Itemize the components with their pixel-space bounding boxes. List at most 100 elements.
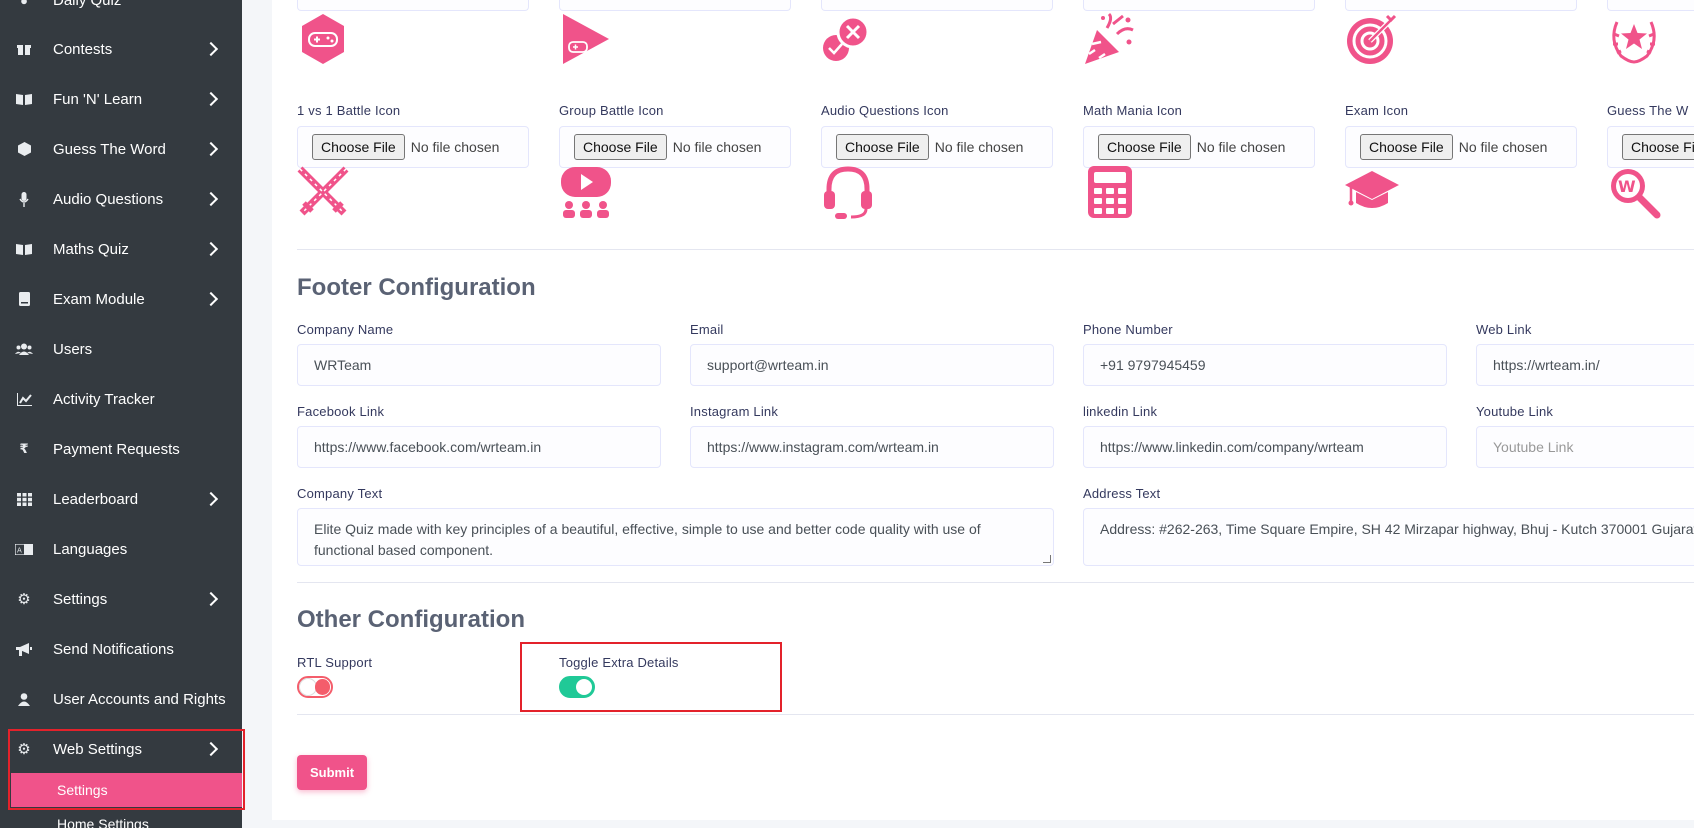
choose-file-button[interactable]: Choose File [1098,134,1191,160]
company-text-value: Elite Quiz made with key principles of a… [314,521,981,558]
company-name-input[interactable]: WRTeam [297,344,661,386]
book-icon [14,291,34,307]
submit-button[interactable]: Submit [297,755,367,790]
crossed-swords-icon [297,166,349,216]
divider [297,582,1694,583]
sidebar-item-audio-questions[interactable]: Audio Questions [0,174,242,224]
address-text-label: Address Text [1083,486,1161,501]
gift-icon [14,41,34,57]
file-upload-cropped[interactable] [821,0,1053,11]
audio-questions-icon-file-input[interactable]: Choose File No file chosen [821,126,1053,168]
company-text-textarea[interactable]: Elite Quiz made with key principles of a… [297,508,1054,566]
math-mania-icon-label: Math Mania Icon [1083,103,1183,118]
math-mania-icon-file-input[interactable]: Choose File No file chosen [1083,126,1315,168]
chevron-right-icon [203,141,219,157]
address-text-value: Address: #262-263, Time Square Empire, S… [1100,521,1694,537]
choose-file-button[interactable]: Choose Fi [1622,134,1694,160]
sidebar-item-contests[interactable]: Contests [0,24,242,74]
youtube-link-label: Youtube Link [1476,404,1554,419]
bulb-icon: ● [20,0,28,8]
rtl-support-label: RTL Support [297,655,373,670]
sidebar-item-maths-quiz[interactable]: Maths Quiz [0,224,242,274]
sidebar-item-users[interactable]: Users [0,324,242,374]
audio-questions-icon-label: Audio Questions Icon [821,103,949,118]
email-input[interactable]: support@wrteam.in [690,344,1054,386]
choose-file-button[interactable]: Choose File [1360,134,1453,160]
email-label: Email [690,322,724,337]
user-icon [14,691,34,707]
cube-icon [14,141,34,157]
phone-number-input[interactable]: +91 9797945459 [1083,344,1447,386]
highlight-box-extra-details [520,642,782,712]
divider [297,714,1694,715]
chevron-right-icon [203,91,219,107]
choose-file-button[interactable]: Choose File [312,134,405,160]
chevron-right-icon [203,41,219,57]
group-battle-icon-file-input[interactable]: Choose File No file chosen [559,126,791,168]
gamepad-icon [302,14,344,64]
web-link-input[interactable]: https://wrteam.in/ [1476,344,1694,386]
file-upload-cropped[interactable] [297,0,529,11]
chevron-right-icon [203,491,219,507]
submenu-item-home-settings[interactable]: Home Settings [11,807,242,828]
sidebar-item-exam-module[interactable]: Exam Module [0,274,242,324]
linkedin-link-input[interactable]: https://www.linkedin.com/company/wrteam [1083,426,1447,468]
choose-file-button[interactable]: Choose File [836,134,929,160]
language-icon: A [14,541,34,557]
file-status: No file chosen [410,139,500,155]
sidebar-item-daily-quiz[interactable]: ● Daily Quiz [0,0,242,25]
divider [297,249,1694,250]
guess-the-word-icon-label: Guess The W [1607,103,1689,118]
battle-icon-label: 1 vs 1 Battle Icon [297,103,401,118]
wrong-answer-icon [823,15,870,61]
resize-handle-icon[interactable] [1043,555,1051,563]
instagram-link-input[interactable]: https://www.instagram.com/wrteam.in [690,426,1054,468]
web-link-label: Web Link [1476,322,1532,337]
footer-config-title: Footer Configuration [297,274,536,301]
sidebar-item-user-accounts[interactable]: User Accounts and Rights [0,674,242,724]
facebook-link-label: Facebook Link [297,404,385,419]
address-text-textarea[interactable]: Address: #262-263, Time Square Empire, S… [1083,508,1694,566]
sidebar-item-send-notifications[interactable]: Send Notifications [0,624,242,674]
exam-icon-label: Exam Icon [1345,103,1409,118]
sidebar-item-settings[interactable]: ⚙ Settings [0,574,242,624]
svg-text:A: A [17,546,22,554]
sidebar-item-guess-the-word[interactable]: Guess The Word [0,124,242,174]
other-config-title: Other Configuration [297,606,525,633]
sidebar-item-payment-requests[interactable]: ₹ Payment Requests [0,424,242,474]
sidebar-item-activity-tracker[interactable]: Activity Tracker [0,374,242,424]
file-upload-cropped[interactable] [559,0,791,11]
chart-icon [14,391,34,407]
phone-number-label: Phone Number [1083,322,1173,337]
youtube-link-input[interactable]: Youtube Link [1476,426,1694,468]
calculator-icon [1088,166,1132,218]
rtl-support-toggle[interactable] [297,676,333,698]
book-icon [14,241,34,257]
exam-icon-file-input[interactable]: Choose File No file chosen [1345,126,1577,168]
rupee-icon: ₹ [19,441,29,456]
target-icon [1347,14,1397,64]
microphone-icon [14,191,34,207]
play-triangle-icon [563,14,609,64]
file-upload-cropped[interactable] [1083,0,1315,11]
choose-file-button[interactable]: Choose File [574,134,667,160]
facebook-link-input[interactable]: https://www.facebook.com/wrteam.in [297,426,661,468]
grid-icon [14,491,34,507]
file-status: No file chosen [934,139,1024,155]
company-name-label: Company Name [297,322,394,337]
linkedin-link-label: linkedin Link [1083,404,1158,419]
group-battle-icon-label: Group Battle Icon [559,103,664,118]
guess-the-word-icon-file-input[interactable]: Choose Fi [1607,126,1694,168]
sidebar-item-fun-n-learn[interactable]: Fun 'N' Learn [0,74,242,124]
chevron-right-icon [203,591,219,607]
file-upload-cropped[interactable] [1345,0,1577,11]
file-status: No file chosen [1458,139,1548,155]
graduation-cap-icon [1345,171,1399,208]
star-laurel-icon [1612,21,1656,64]
sidebar-item-leaderboard[interactable]: Leaderboard [0,474,242,524]
file-upload-cropped[interactable] [1607,0,1694,11]
battle-icon-file-input[interactable]: Choose File No file chosen [297,126,529,168]
highlight-box-web-settings [8,729,245,810]
sidebar-item-languages[interactable]: A Languages [0,524,242,574]
sidebar: ● Daily Quiz Contests Fun 'N' Learn Gues… [0,0,242,828]
